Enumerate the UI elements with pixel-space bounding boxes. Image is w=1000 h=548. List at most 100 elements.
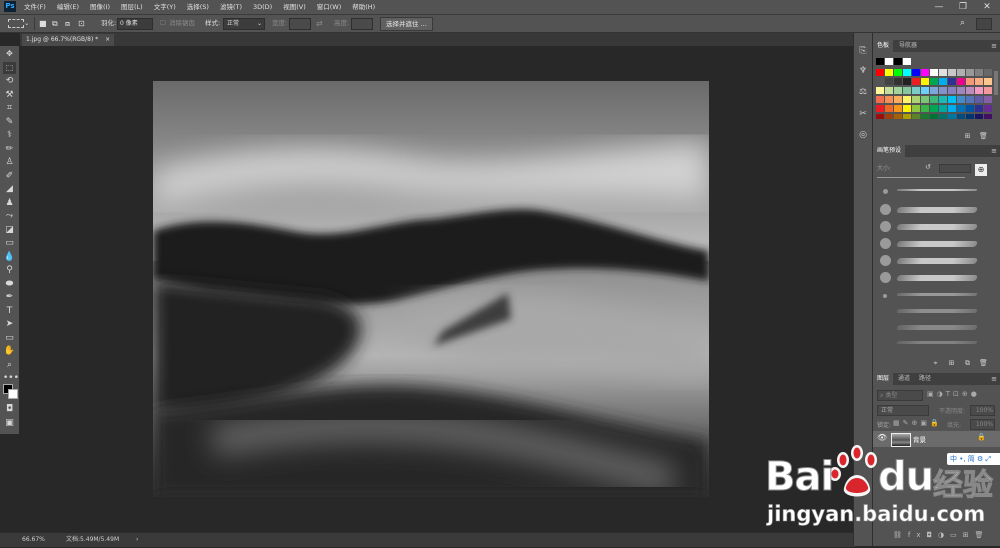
- magic-wand-icon[interactable]: ⚒: [3, 89, 16, 101]
- tool-presets-icon[interactable]: ✂: [857, 108, 869, 120]
- ime-status-bar[interactable]: 中 •, 简 ⚙ ⤢: [947, 453, 1000, 465]
- minimize-button[interactable]: —: [928, 0, 950, 14]
- close-window-button[interactable]: ✕: [976, 0, 998, 14]
- menu-window[interactable]: 窗口(W): [317, 0, 342, 14]
- brush-tool-icon[interactable]: ✏: [3, 143, 16, 155]
- eraser-tool-icon[interactable]: ◪: [3, 224, 16, 236]
- reset-icon[interactable]: ↺: [925, 163, 931, 171]
- tab-channels[interactable]: 通道: [894, 373, 914, 385]
- menu-view[interactable]: 视图(V): [283, 0, 306, 14]
- eyedropper-icon[interactable]: ✎: [3, 116, 16, 128]
- menu-filter[interactable]: 滤镜(T): [220, 0, 242, 14]
- move-tool-icon[interactable]: ✥: [3, 48, 16, 60]
- brush-preset-item[interactable]: [877, 271, 997, 285]
- visibility-eye-icon[interactable]: 👁: [877, 433, 887, 442]
- hand-tool-icon[interactable]: ✋: [3, 345, 16, 357]
- style-select[interactable]: 正常 ⌄: [223, 18, 265, 30]
- lock-icons[interactable]: ▦✎⊕▣🔒: [893, 419, 942, 427]
- workspace-icon[interactable]: [976, 18, 992, 30]
- brush-size-field[interactable]: [939, 164, 971, 173]
- tab-close-icon[interactable]: ×: [105, 36, 110, 43]
- brush-preset-item[interactable]: [877, 220, 997, 234]
- tab-layers[interactable]: 图层: [873, 373, 894, 385]
- search-icon[interactable]: ⌕: [960, 18, 965, 29]
- eraser-icon[interactable]: ◢: [3, 183, 16, 195]
- menu-image[interactable]: 图像(I): [90, 0, 110, 14]
- menu-select[interactable]: 选择(S): [187, 0, 209, 14]
- panel-menu-icon[interactable]: ≡: [991, 40, 997, 52]
- chevron-down-icon[interactable]: ⌄: [24, 18, 29, 29]
- menu-layer[interactable]: 图层(L): [121, 0, 143, 14]
- layer-action-icons[interactable]: ⛓fx◘◑▭⊞🗑: [893, 531, 990, 539]
- menu-file[interactable]: 文件(F): [24, 0, 46, 14]
- swap-icon[interactable]: ⇄: [316, 18, 323, 29]
- rectangle-tool-icon[interactable]: ▭: [3, 332, 16, 344]
- menu-edit[interactable]: 编辑(E): [57, 0, 79, 14]
- brush-preset-item[interactable]: [877, 305, 997, 319]
- background-color-swatch[interactable]: [8, 389, 18, 399]
- brush-preset-item[interactable]: [877, 254, 997, 268]
- blur-tool-icon[interactable]: 💧: [3, 251, 16, 263]
- swatches-grid[interactable]: [873, 55, 1000, 131]
- antialias-checkbox[interactable]: ☐: [160, 18, 166, 29]
- new-brush-icon[interactable]: ⊕: [975, 164, 987, 176]
- new-selection-icon[interactable]: ■: [39, 18, 47, 29]
- screen-mode-icon[interactable]: ▣: [3, 417, 16, 429]
- history-icon[interactable]: ⎘: [857, 45, 869, 57]
- crop-tool-icon[interactable]: ⌗: [3, 102, 16, 114]
- tab-paths[interactable]: 路径: [915, 373, 935, 385]
- height-field[interactable]: [351, 18, 373, 30]
- sponge-icon[interactable]: ⬬: [3, 278, 16, 290]
- new-swatch-icon[interactable]: ⊞: [963, 132, 972, 141]
- intersect-selection-icon[interactable]: ⊡: [78, 18, 85, 29]
- delete-brush-icon[interactable]: 🗑: [979, 359, 988, 368]
- new-brush-preset-icon[interactable]: ⊞: [947, 359, 956, 368]
- zoom-level[interactable]: 66.67%: [22, 535, 45, 545]
- lasso-tool-icon[interactable]: ⟲: [3, 75, 16, 87]
- tab-swatches[interactable]: 色板: [873, 40, 894, 52]
- tab-navigator[interactable]: 导航器: [895, 40, 921, 52]
- brush-list[interactable]: [875, 183, 995, 363]
- dodge-tool-icon[interactable]: ⚲: [3, 264, 16, 276]
- status-arrow[interactable]: ›: [136, 535, 138, 545]
- opacity-field[interactable]: 100%: [970, 405, 995, 416]
- more-tools-icon[interactable]: •••: [3, 372, 19, 384]
- clone-stamp-icon[interactable]: ♙: [3, 156, 16, 168]
- brush-preset-item[interactable]: [877, 237, 997, 251]
- quick-mask-icon[interactable]: ◘: [3, 403, 16, 415]
- marquee-tool-icon[interactable]: [8, 19, 24, 28]
- menu-help[interactable]: 帮助(H): [352, 0, 375, 14]
- smudge-icon[interactable]: ⤳: [3, 210, 16, 222]
- feather-field[interactable]: 0 像素: [117, 18, 153, 30]
- zoom-tool-icon[interactable]: ⌕: [3, 359, 16, 371]
- panel-menu-icon[interactable]: ≡: [991, 145, 997, 157]
- stamp-icon[interactable]: ♟: [3, 197, 16, 209]
- pen-tool-icon[interactable]: ✒: [3, 291, 16, 303]
- character-icon[interactable]: ◎: [857, 129, 869, 141]
- subtract-selection-icon[interactable]: ⧈: [65, 18, 70, 29]
- width-field[interactable]: [289, 18, 311, 30]
- brush-preset-item[interactable]: [877, 203, 997, 217]
- menu-type[interactable]: 文字(Y): [154, 0, 176, 14]
- blend-mode-select[interactable]: 正常: [877, 405, 929, 416]
- layer-name[interactable]: 背景: [913, 434, 926, 444]
- brush-preset-item[interactable]: [877, 321, 997, 335]
- tab-brush-presets[interactable]: 画笔预设: [873, 145, 906, 157]
- delete-swatch-icon[interactable]: 🗑: [979, 132, 988, 141]
- brush-preset-item[interactable]: [877, 289, 997, 303]
- menu-3d[interactable]: 3D(D): [253, 0, 272, 14]
- add-selection-icon[interactable]: ⧉: [52, 18, 58, 29]
- lock-icon[interactable]: 🔒: [977, 433, 986, 441]
- gradient-tool-icon[interactable]: ▭: [3, 237, 16, 249]
- layer-row[interactable]: 👁 背景 🔒: [873, 431, 1000, 447]
- layer-filter-select[interactable]: ⌕ 类型: [877, 390, 923, 401]
- panel-menu-icon[interactable]: ≡: [991, 373, 997, 385]
- brush-preset-item[interactable]: [877, 185, 997, 199]
- path-selection-icon[interactable]: ➤: [3, 318, 16, 330]
- select-and-mask-button[interactable]: 选择并遮住 ...: [380, 17, 433, 31]
- properties-icon[interactable]: ♆: [857, 65, 869, 77]
- fill-field[interactable]: 100%: [970, 419, 995, 430]
- adjustments-icon[interactable]: ⚖: [857, 86, 869, 98]
- size-slider[interactable]: [877, 177, 965, 178]
- layer-filter-icons[interactable]: ▣◑T⊡⊕●: [927, 390, 980, 398]
